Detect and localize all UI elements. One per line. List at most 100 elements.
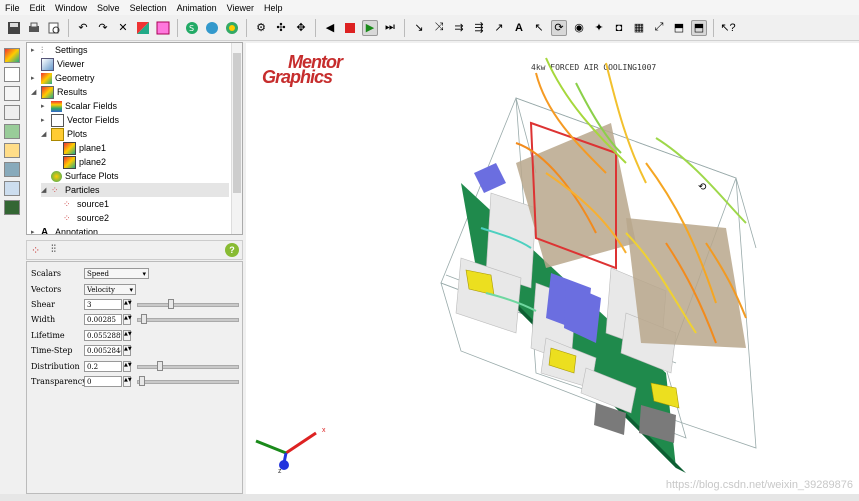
tree-item-geometry[interactable]: ▸ Geometry [31,71,95,85]
menu-animation[interactable]: Animation [172,3,222,13]
particles-icon[interactable]: ⁘ [31,244,40,257]
particle-icon[interactable]: ⇶ [471,20,487,36]
network-tab-icon[interactable] [4,162,20,177]
table-tab-icon[interactable] [4,67,20,82]
menu-viewer[interactable]: Viewer [222,3,259,13]
menu-solve[interactable]: Solve [92,3,125,13]
document-tab-icon[interactable] [4,86,20,101]
expand-arrow-icon[interactable]: ▸ [31,74,39,82]
tree-item-settings[interactable]: ▸ ⫶ Settings [31,43,88,57]
settings-icon[interactable]: ⫶⫶ [51,244,56,255]
results-tab-icon[interactable] [4,48,20,63]
vectors-select[interactable]: Velocity ▾ [84,284,136,295]
timestep-input[interactable]: 0.0052844 [84,345,122,356]
vector-icon[interactable]: ↘ [411,20,427,36]
grid-icon[interactable] [155,20,171,36]
tree-item-surface-plots[interactable]: Surface Plots [51,169,119,183]
expand-arrow-icon[interactable]: ◢ [31,88,39,96]
text-icon[interactable]: A [511,20,527,36]
list-tab-icon[interactable] [4,105,20,120]
grid-tab-icon[interactable] [4,124,20,139]
distribution-stepper[interactable]: ▲▼ [123,361,132,372]
help-icon[interactable]: ? [225,243,239,257]
transparency-slider-handle[interactable] [139,376,145,386]
tree-item-plots[interactable]: ◢ Plots [41,127,87,141]
menu-help[interactable]: Help [259,3,288,13]
shear-input[interactable]: 3 [84,299,122,310]
tree-item-plane2[interactable]: plane2 [63,155,106,169]
expand-arrow-icon[interactable]: ▸ [41,116,49,124]
transparency-input[interactable]: 0 [84,376,122,387]
shear-slider[interactable] [137,303,239,307]
tree-scrollbar-thumb[interactable] [233,53,241,193]
distribution-input[interactable]: 0.2 [84,361,122,372]
select-icon[interactable]: ↖ [531,20,547,36]
save-icon[interactable] [6,20,22,36]
scalars-select[interactable]: Speed ▾ [84,268,149,279]
rotate-icon[interactable]: ⟳ [551,19,567,36]
help-icon[interactable]: ↖? [720,20,736,36]
timestep-stepper[interactable]: ▲▼ [123,345,132,356]
play-back-icon[interactable]: ◀ [322,20,338,36]
box-icon[interactable]: ⬒ [671,20,687,36]
shear-slider-handle[interactable] [168,299,174,309]
expand-arrow-icon[interactable]: ▸ [31,46,39,54]
3d-viewport[interactable]: Mentor Graphics 4kw FORCED AIR COOLING10… [246,43,859,495]
step-icon[interactable]: ⏭ [382,20,398,36]
vector-field-icon[interactable]: ⤨ [431,20,447,36]
target-icon[interactable] [224,20,240,36]
tree-item-scalar-fields[interactable]: ▸ Scalar Fields [41,99,117,113]
expand-arrow-icon[interactable]: ◢ [41,186,49,194]
table-icon[interactable]: ▦ [631,20,647,36]
transparency-slider[interactable] [137,380,239,384]
menu-edit[interactable]: Edit [25,3,51,13]
tree-item-particles[interactable]: ◢ ⁘ Particles [41,183,229,197]
distribution-slider[interactable] [137,365,239,369]
view-icon[interactable]: ◉ [571,20,587,36]
expand-arrow-icon[interactable]: ◢ [41,130,49,138]
tree-item-viewer[interactable]: Viewer [41,57,84,71]
redo-icon[interactable]: ↷ [95,20,111,36]
probe-icon[interactable]: ⤢ [651,20,667,36]
stop-icon[interactable] [342,20,358,36]
delete-icon[interactable]: ✕ [115,20,131,36]
distribution-slider-handle[interactable] [157,361,163,371]
expand-arrow-icon[interactable]: ▸ [41,102,49,110]
tree-scrollbar[interactable] [231,43,242,234]
print-preview-icon[interactable] [46,20,62,36]
expand-arrow-icon[interactable]: ▸ [31,228,39,234]
console-tab-icon[interactable] [4,200,20,215]
width-input[interactable]: 0.00285 [84,314,122,325]
settings-icon[interactable]: ⚙ [253,20,269,36]
mesh-icon[interactable]: ✥ [293,20,309,36]
shear-stepper[interactable]: ▲▼ [123,299,132,310]
streamline-icon[interactable]: ⇉ [451,20,467,36]
solve-icon[interactable]: S [184,20,200,36]
lifetime-stepper[interactable]: ▲▼ [123,330,132,341]
light-icon[interactable]: ✦ [591,20,607,36]
chart-tab-icon[interactable] [4,143,20,158]
menu-file[interactable]: File [0,3,25,13]
tree-item-results[interactable]: ◢ Results [31,85,87,99]
arrow-icon[interactable]: ↗ [491,20,507,36]
width-stepper[interactable]: ▲▼ [123,314,132,325]
transparency-stepper[interactable]: ▲▼ [123,376,132,387]
tree-item-source2[interactable]: ⁘ source2 [63,211,109,225]
menu-selection[interactable]: Selection [125,3,172,13]
tree-item-vector-fields[interactable]: ▸ Vector Fields [41,113,119,127]
print-icon[interactable] [26,20,42,36]
width-slider-handle[interactable] [141,314,147,324]
solve-settings-icon[interactable] [204,20,220,36]
compass-icon[interactable]: ✣ [273,20,289,36]
curve-tab-icon[interactable] [4,181,20,196]
menu-window[interactable]: Window [50,3,92,13]
tree-item-annotation[interactable]: ▸ A Annotation [31,225,98,235]
tree-item-plane1[interactable]: plane1 [63,141,106,155]
width-slider[interactable] [137,318,239,322]
box-selected-icon[interactable]: ⬒ [691,19,707,36]
camera-icon[interactable]: ◘ [611,20,627,36]
undo-icon[interactable]: ↶ [75,20,91,36]
properties-icon[interactable] [135,20,151,36]
tree-item-source1[interactable]: ⁘ source1 [63,197,109,211]
play-icon[interactable]: ▶ [362,19,378,36]
